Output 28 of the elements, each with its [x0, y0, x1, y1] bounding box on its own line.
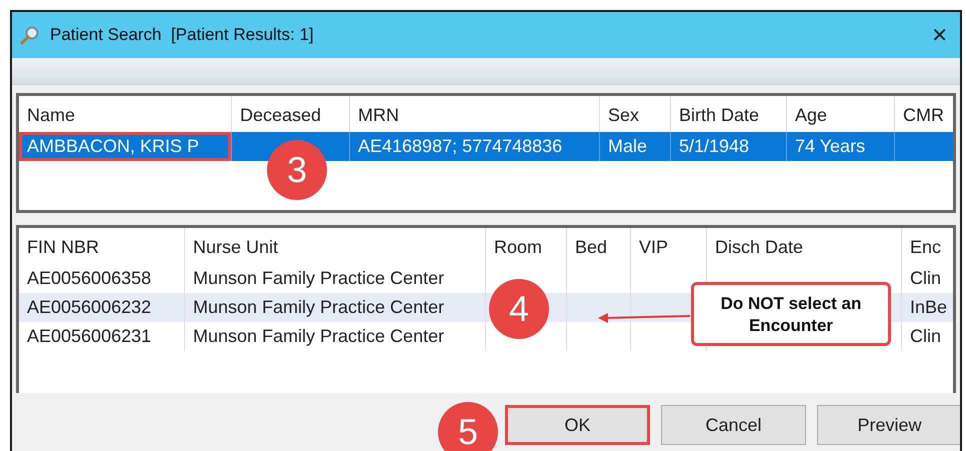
table-cell: Munson Family Practice Center	[184, 322, 485, 351]
window-title: Patient Search [Patient Results: 1]	[50, 25, 314, 45]
table-cell: 5/1/1948	[670, 132, 786, 161]
table-cell: InBe	[901, 293, 953, 322]
column-header[interactable]: Enc	[901, 228, 953, 264]
column-header[interactable]: VIP	[630, 228, 706, 264]
dialog-button[interactable]: OK	[505, 405, 650, 445]
close-button[interactable]: ✕	[919, 23, 960, 47]
column-header[interactable]: Bed	[566, 228, 630, 264]
magnifier-icon	[20, 25, 40, 45]
column-header[interactable]: Name	[19, 96, 231, 132]
table-cell: AMBBACON, KRIS P	[19, 132, 231, 161]
column-header[interactable]: Disch Date	[706, 228, 901, 264]
table-cell: AE4168987; 5774748836	[349, 132, 599, 161]
dialog-button[interactable]: Cancel	[661, 405, 806, 445]
table-cell: Munson Family Practice Center	[184, 293, 485, 322]
column-header[interactable]: Nurse Unit	[184, 228, 485, 264]
table-cell: Clin	[901, 322, 953, 351]
table-cell: 74 Years	[786, 132, 894, 161]
table-cell-text: AE0056006231	[26, 325, 152, 348]
table-cell: Male	[599, 132, 670, 161]
column-header[interactable]: Room	[485, 228, 566, 264]
callout-box: Do NOT select an Encounter	[691, 282, 891, 346]
dialog-button[interactable]: Preview	[817, 405, 960, 445]
step-badge: 5	[438, 402, 498, 451]
table-cell-text: AE0056006232	[26, 296, 152, 319]
table-cell-text: AE0056006358	[26, 267, 152, 290]
column-header[interactable]: FIN NBR	[19, 228, 184, 264]
